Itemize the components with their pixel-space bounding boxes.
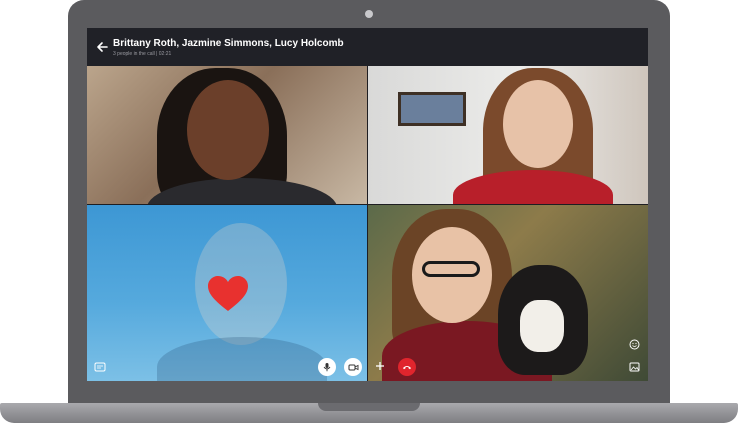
- chat-button[interactable]: [93, 360, 107, 374]
- chat-icon: [94, 362, 106, 372]
- back-arrow-icon[interactable]: [95, 40, 109, 54]
- call-header: Brittany Roth, Jazmine Simmons, Lucy Hol…: [87, 28, 648, 66]
- call-title: Brittany Roth, Jazmine Simmons, Lucy Hol…: [113, 38, 344, 49]
- heart-icon: [208, 276, 248, 311]
- skype-call-window: Brittany Roth, Jazmine Simmons, Lucy Hol…: [87, 28, 648, 381]
- emoji-icon: [629, 339, 639, 349]
- webcam: [365, 10, 373, 18]
- emoji-button[interactable]: [627, 337, 641, 351]
- call-subtitle: 3 people in the call | 02:21: [113, 51, 172, 57]
- gallery-button[interactable]: [627, 360, 641, 374]
- microphone-icon: [323, 363, 331, 372]
- dog-face: [520, 300, 564, 352]
- laptop-base-notch: [318, 403, 420, 411]
- add-button[interactable]: [373, 359, 387, 373]
- microphone-button[interactable]: [318, 358, 336, 376]
- video-tile-3[interactable]: [87, 205, 367, 381]
- glasses: [422, 261, 480, 277]
- video-tile-2[interactable]: [368, 66, 648, 204]
- video-tile-4[interactable]: [368, 205, 648, 381]
- plus-icon: [376, 362, 384, 370]
- end-call-button[interactable]: [398, 358, 416, 376]
- wall-picture: [398, 92, 466, 126]
- participant-face: [503, 80, 573, 168]
- participant-face: [187, 80, 269, 180]
- gallery-icon: [629, 362, 639, 372]
- video-tile-1[interactable]: [87, 66, 367, 204]
- participant-body: [157, 337, 327, 381]
- video-button[interactable]: [344, 358, 362, 376]
- video-camera-icon: [348, 364, 358, 370]
- hang-up-icon: [403, 366, 411, 370]
